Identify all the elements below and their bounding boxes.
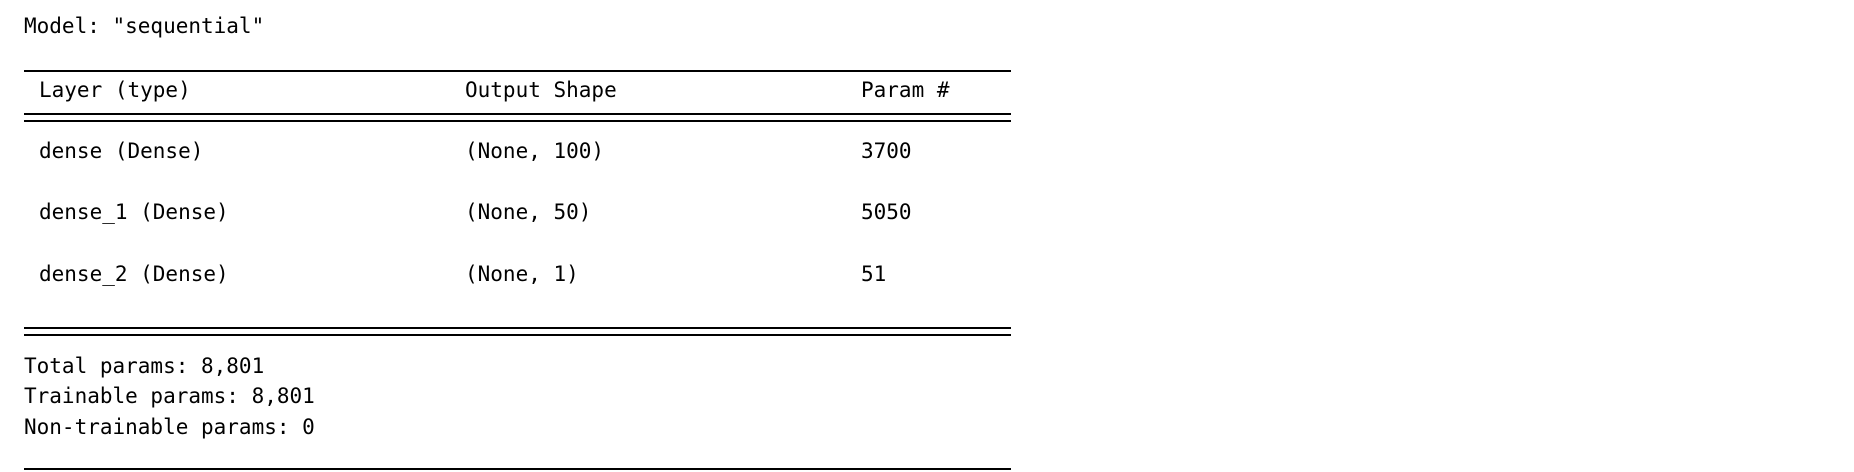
- top-rule: [24, 70, 1011, 72]
- row-layer-name: dense_1 (Dense): [39, 200, 229, 224]
- row-param-count: 51: [861, 262, 887, 286]
- row-output-shape: (None, 50): [465, 200, 592, 224]
- bottom-rule: [24, 468, 1011, 470]
- model-summary-output: Model: "sequential" Layer (type) Output …: [0, 0, 1854, 472]
- row-layer-name: dense (Dense): [39, 139, 204, 163]
- model-name-line: Model: "sequential": [24, 14, 265, 38]
- row-layer-name: dense_2 (Dense): [39, 262, 229, 286]
- header-layer-type: Layer (type): [39, 78, 191, 102]
- footer-double-rule: [24, 327, 1011, 336]
- row-output-shape: (None, 100): [465, 139, 605, 163]
- trainable-params-line: Trainable params: 8,801: [24, 384, 315, 408]
- header-output-shape: Output Shape: [465, 78, 617, 102]
- header-double-rule: [24, 113, 1011, 122]
- row-output-shape: (None, 1): [465, 262, 579, 286]
- row-param-count: 5050: [861, 200, 912, 224]
- non-trainable-params-line: Non-trainable params: 0: [24, 415, 315, 439]
- row-param-count: 3700: [861, 139, 912, 163]
- total-params-line: Total params: 8,801: [24, 354, 265, 378]
- header-param-count: Param #: [861, 78, 950, 102]
